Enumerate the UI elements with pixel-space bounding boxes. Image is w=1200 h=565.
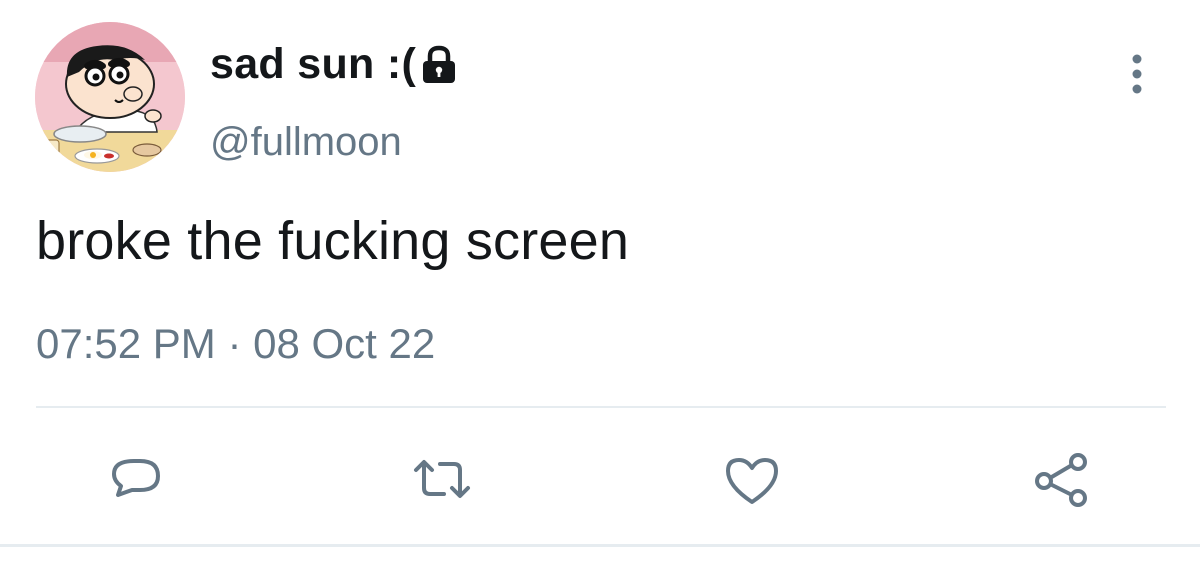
reply-icon — [112, 459, 160, 497]
share-icon — [1035, 453, 1087, 507]
retweet-icon — [414, 460, 470, 498]
tweet-card: sad sun :( @fullmoon broke the fucking s… — [0, 0, 1200, 565]
cartoon-avatar-icon — [35, 22, 185, 172]
share-button[interactable] — [1030, 448, 1094, 512]
avatar[interactable] — [35, 22, 185, 172]
tweet-text: broke the fucking screen — [36, 211, 630, 271]
like-button[interactable] — [720, 448, 784, 512]
more-vertical-icon — [1132, 54, 1142, 94]
reply-button[interactable] — [104, 448, 168, 512]
retweet-button[interactable] — [410, 448, 474, 512]
display-name-text: sad sun :( — [210, 40, 417, 88]
divider — [36, 406, 1166, 408]
like-heart-icon — [726, 458, 778, 504]
tweet-timestamp[interactable]: 07:52 PM · 08 Oct 22 — [36, 320, 435, 368]
user-display-name[interactable]: sad sun :( — [210, 40, 458, 89]
user-handle[interactable]: @fullmoon — [210, 120, 402, 165]
more-options-button[interactable] — [1122, 50, 1152, 100]
lock-icon — [423, 45, 456, 83]
bottom-divider — [0, 544, 1200, 547]
